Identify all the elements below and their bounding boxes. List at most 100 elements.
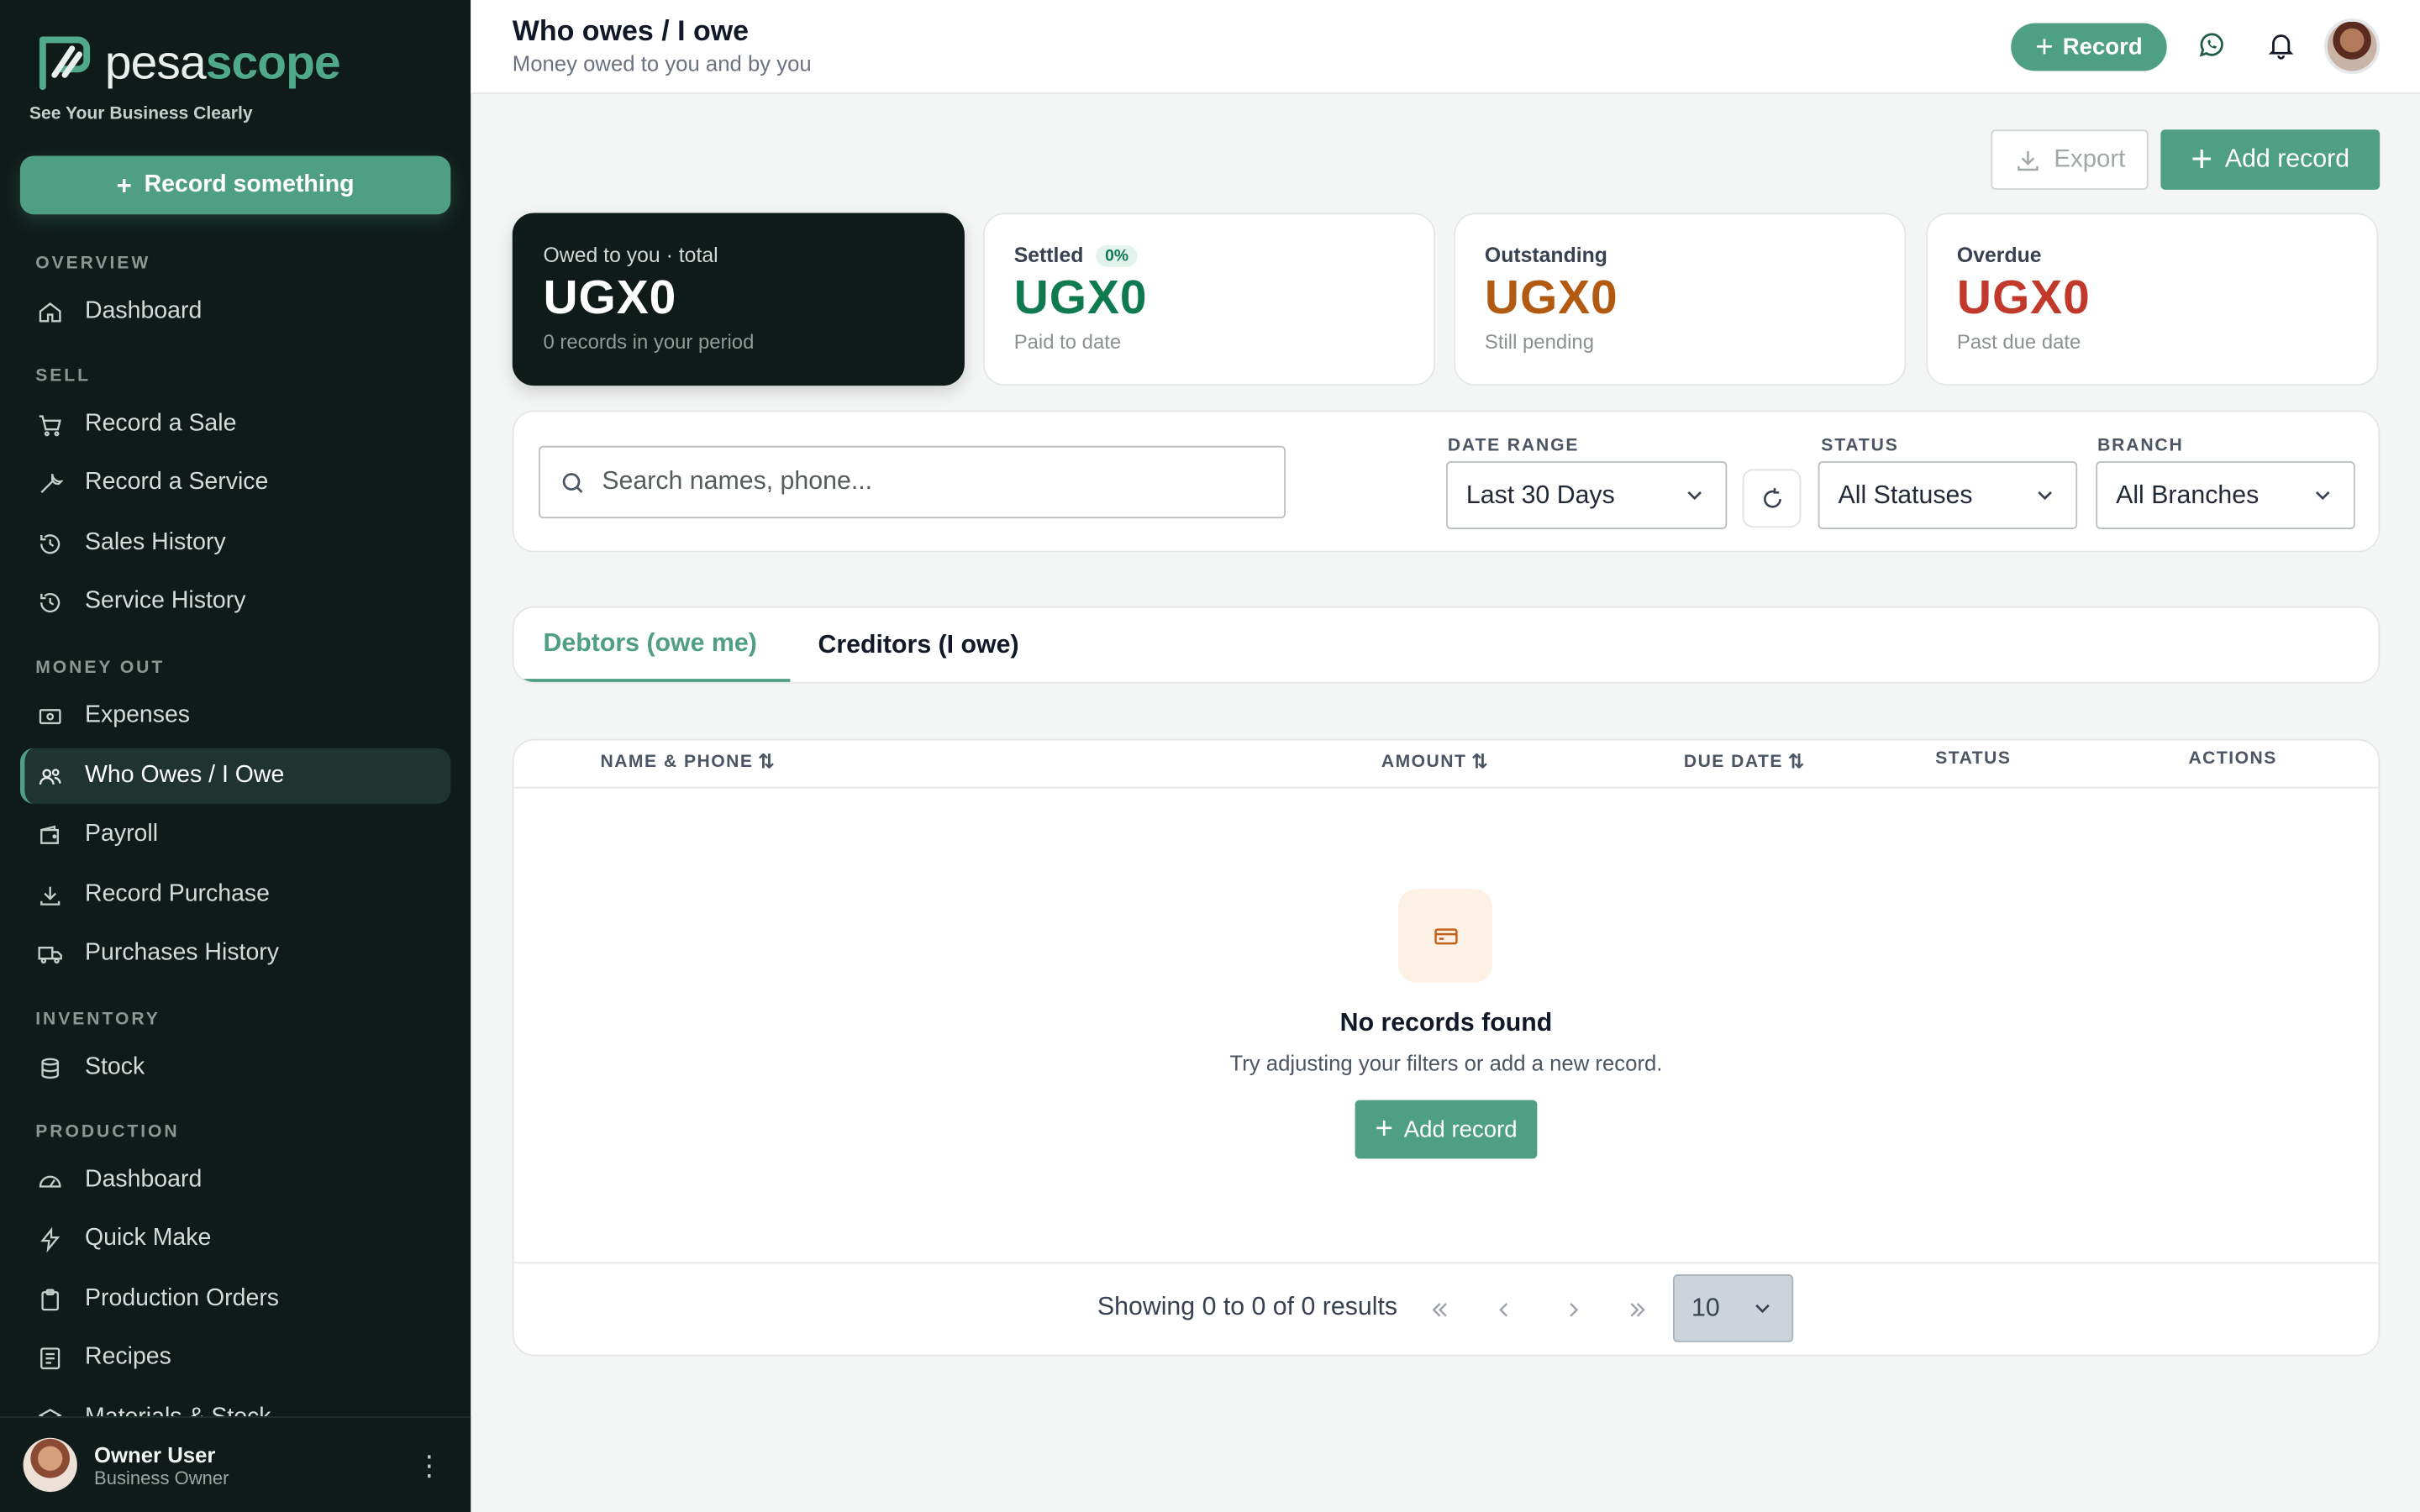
card-value: UGX0	[1956, 270, 2091, 324]
sort-icon: ⇅	[757, 749, 776, 774]
users-icon	[39, 768, 61, 785]
plus-icon: +	[116, 170, 132, 200]
card-label: Owed to you · total	[543, 244, 718, 267]
user-avatar[interactable]	[2324, 18, 2381, 75]
sidebar-item-who-owes[interactable]: Who Owes / I Owe	[19, 748, 451, 804]
page-subtitle: Money owed to you and by you	[512, 50, 812, 76]
status-select[interactable]: All Statuses	[1818, 461, 2078, 529]
date-range-select[interactable]: Last 30 Days	[1445, 461, 1728, 529]
user-name: Owner User	[94, 1441, 216, 1467]
nav-section-inventory: INVENTORY	[35, 1011, 160, 1030]
chevron-down-icon	[2315, 491, 2330, 501]
sort-icon: ⇅	[1787, 749, 1806, 774]
card-icon	[1434, 927, 1457, 944]
sidebar-item-quick-make[interactable]: Quick Make	[20, 1211, 450, 1267]
add-record-button[interactable]: + Add record	[2160, 129, 2381, 190]
branch-select[interactable]: All Branches	[2096, 461, 2355, 529]
records-table: NAME & PHONE ⇅ AMOUNT ⇅ DUE DATE ⇅ STATU…	[512, 738, 2381, 1357]
summary-card-overdue: Overdue UGX0 Past due date	[1926, 213, 2379, 386]
settled-percent-badge: 0%	[1096, 244, 1139, 266]
nav-section-production: PRODUCTION	[35, 1123, 180, 1142]
search-box[interactable]	[539, 445, 1286, 519]
card-label: Settled	[1013, 244, 1084, 267]
empty-state-title: No records found	[1339, 1009, 1553, 1037]
more-vertical-icon[interactable]: ⋮	[415, 1452, 443, 1479]
card-label: Overdue	[1956, 244, 2042, 267]
cash-icon	[39, 708, 61, 724]
results-count: Showing 0 to 0 of 0 results	[1097, 1293, 1398, 1321]
plus-icon: +	[1375, 1112, 1393, 1147]
history-icon	[40, 592, 60, 612]
nav-section-overview: OVERVIEW	[35, 255, 151, 274]
card-subtext: 0 records in your period	[543, 330, 755, 354]
search-input[interactable]	[602, 467, 1250, 497]
brand-logo[interactable]: pesascope	[34, 34, 341, 92]
brand-tagline: See Your Business Clearly	[29, 104, 253, 123]
sidebar-item-record-sale[interactable]: Record a Sale	[20, 396, 450, 452]
next-page-icon[interactable]	[1560, 1298, 1585, 1322]
column-status: STATUS	[1935, 749, 2012, 769]
tab-creditors[interactable]: Creditors (I owe)	[818, 608, 1018, 682]
chevron-down-icon	[1687, 491, 1702, 501]
sidebar-item-dashboard[interactable]: Dashboard	[20, 284, 450, 339]
card-label: Outstanding	[1484, 244, 1607, 267]
sidebar-item-expenses[interactable]: Expenses	[20, 688, 450, 743]
empty-add-record-button[interactable]: + Add record	[1355, 1100, 1538, 1159]
summary-card-owed-total: Owed to you · total UGX0 0 records in yo…	[512, 213, 965, 386]
sidebar-item-production-dashboard[interactable]: Dashboard	[20, 1152, 450, 1208]
sidebar-item-sales-history[interactable]: Sales History	[20, 515, 450, 570]
tab-debtors[interactable]: Debtors (owe me)	[513, 608, 791, 682]
sort-icon: ⇅	[1470, 749, 1490, 774]
wrench-icon	[40, 473, 64, 493]
sidebar-item-service-history[interactable]: Service History	[20, 574, 450, 629]
card-value: UGX0	[1484, 270, 1618, 324]
sidebar-item-recipes[interactable]: Recipes	[20, 1330, 450, 1385]
status-label: STATUS	[1821, 436, 1899, 455]
column-amount[interactable]: AMOUNT ⇅	[1381, 750, 1490, 774]
sidebar-item-stock[interactable]: Stock	[20, 1040, 450, 1095]
top-record-button[interactable]: + Record	[2011, 23, 2167, 71]
sidebar-item-production-orders[interactable]: Production Orders	[20, 1271, 450, 1326]
card-subtext: Past due date	[1956, 330, 2081, 354]
chevron-down-icon	[2038, 491, 2052, 501]
list-icon	[40, 1347, 60, 1369]
nav-section-sell: SELL	[35, 367, 91, 386]
whatsapp-icon[interactable]	[2196, 29, 2228, 60]
top-bar: Who owes / I owe Money owed to you and b…	[471, 0, 2420, 95]
first-page-icon[interactable]	[1428, 1298, 1452, 1322]
card-value: UGX0	[1013, 270, 1148, 324]
refresh-icon	[1763, 487, 1781, 507]
refresh-button[interactable]	[1742, 469, 1802, 528]
card-subtext: Still pending	[1484, 330, 1594, 354]
user-role: Business Owner	[94, 1466, 229, 1488]
bell-icon[interactable]	[2265, 29, 2296, 60]
pesascope-logo-icon	[39, 36, 91, 91]
export-button[interactable]: Export	[1991, 129, 2149, 190]
chevron-down-icon	[1755, 1304, 1770, 1314]
history-icon	[40, 533, 60, 554]
sidebar-item-purchases-history[interactable]: Purchases History	[20, 926, 450, 981]
truck-icon	[38, 946, 62, 963]
home-icon	[39, 302, 61, 322]
record-something-button[interactable]: + Record something	[19, 155, 451, 215]
download-icon	[40, 885, 60, 905]
column-due-date[interactable]: DUE DATE ⇅	[1684, 750, 1806, 774]
sidebar-item-record-service[interactable]: Record a Service	[20, 455, 450, 511]
page-size-select[interactable]: 10	[1672, 1274, 1794, 1342]
pagination-bar: Showing 0 to 0 of 0 results 10	[513, 1262, 2379, 1354]
download-icon	[2017, 150, 2039, 171]
last-page-icon[interactable]	[1625, 1298, 1649, 1322]
column-name-phone[interactable]: NAME & PHONE ⇅	[600, 750, 776, 774]
previous-page-icon[interactable]	[1492, 1298, 1517, 1322]
user-profile[interactable]: Owner User Business Owner ⋮	[0, 1416, 471, 1512]
sidebar-item-payroll[interactable]: Payroll	[20, 807, 450, 863]
plus-icon: +	[2191, 138, 2213, 180]
cart-icon	[39, 414, 61, 436]
date-range-label: DATE RANGE	[1447, 436, 1580, 455]
sidebar-item-record-purchase[interactable]: Record Purchase	[20, 867, 450, 922]
page-title: Who owes / I owe	[512, 13, 750, 47]
summary-card-outstanding: Outstanding UGX0 Still pending	[1454, 213, 1907, 386]
search-icon	[562, 472, 583, 492]
card-value: UGX0	[543, 270, 677, 324]
wallet-icon	[40, 824, 59, 843]
